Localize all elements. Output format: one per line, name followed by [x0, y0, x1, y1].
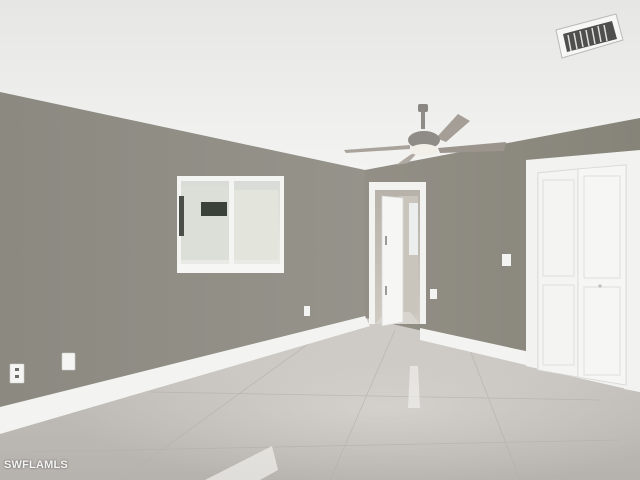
closet-door-left[interactable]: [537, 168, 579, 378]
room-scene: [0, 0, 640, 480]
empty-bedroom-photo: SWFLAMLS: [0, 0, 640, 480]
fan-light: [410, 144, 438, 156]
closet-knob[interactable]: [598, 284, 602, 288]
outlet-icon: [61, 352, 76, 371]
listing-watermark: SWFLAMLS: [4, 459, 68, 471]
fan-canopy: [418, 104, 428, 112]
light-switch-icon[interactable]: [502, 254, 511, 266]
closet-door-right[interactable]: [577, 164, 627, 386]
open-door[interactable]: [381, 195, 404, 327]
fan-downrod: [421, 111, 425, 129]
window: [177, 176, 284, 273]
outlet-icon: [430, 289, 437, 299]
door-hinge: [385, 286, 387, 295]
outlet-icon: [9, 363, 25, 384]
outlet-icon: [304, 306, 310, 316]
door-hinge: [385, 236, 387, 245]
